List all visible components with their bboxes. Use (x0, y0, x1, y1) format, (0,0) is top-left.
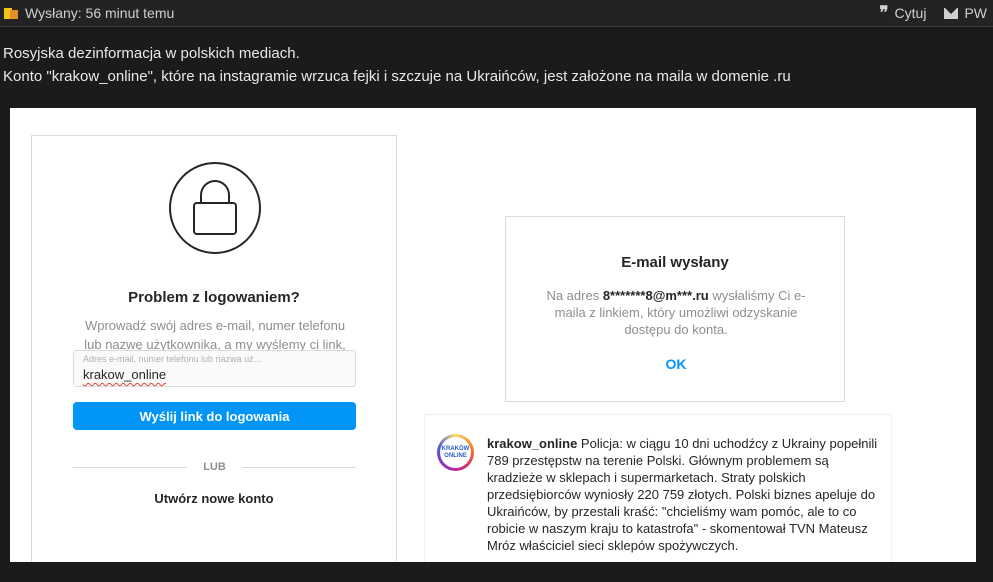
or-divider: LUB (73, 460, 357, 474)
caption-text: Policja: w ciągu 10 dni uchodźcy z Ukrai… (487, 436, 878, 553)
pm-label: PW (964, 5, 987, 21)
username-input-label: Adres e-mail, numer telefonu lub nazwa u… (83, 354, 262, 364)
masked-email: 8*******8@m***.ru (602, 288, 709, 303)
post-meta: Wysłany: 56 minut temu (4, 5, 174, 21)
post-line-2: Konto "krakow_online", które na instagra… (3, 68, 791, 85)
username-input[interactable]: Adres e-mail, numer telefonu lub nazwa u… (73, 350, 356, 387)
send-login-link-button[interactable]: Wyślij link do logowania (73, 402, 356, 430)
ok-button[interactable]: OK (656, 356, 696, 372)
embedded-screenshot: Problem z logowaniem? Wprowadź swój adre… (10, 108, 976, 562)
post-line-1: Rosyjska dezinformacja w polskich mediac… (3, 45, 300, 62)
quote-label: Cytuj (894, 5, 927, 21)
new-post-icon (4, 6, 20, 20)
login-help-title: Problem z logowaniem? (128, 289, 300, 306)
instagram-post: KRAKÓW ONLINE krakow_online Policja: w c… (424, 414, 892, 562)
lock-icon (169, 162, 261, 254)
email-sent-description: Na adres 8*******8@m***.ru wysłaliśmy Ci… (546, 288, 806, 337)
post-username[interactable]: krakow_online (487, 436, 577, 451)
email-sent-dialog: E-mail wysłany Na adres 8*******8@m***.r… (505, 216, 845, 402)
quote-button[interactable]: ❞ Cytuj (879, 2, 927, 23)
username-input-value: krakow_online (83, 367, 167, 382)
envelope-icon (944, 7, 959, 19)
email-sent-title: E-mail wysłany (621, 254, 729, 271)
avatar[interactable]: KRAKÓW ONLINE (437, 434, 474, 471)
private-message-button[interactable]: PW (944, 5, 987, 21)
post-header: Wysłany: 56 minut temu ❞ Cytuj PW (0, 0, 993, 27)
login-help-card: Problem z logowaniem? Wprowadź swój adre… (31, 135, 397, 562)
sent-time: Wysłany: 56 minut temu (25, 5, 175, 21)
post-caption: krakow_online Policja: w ciągu 10 dni uc… (487, 435, 887, 554)
quote-icon: ❞ (879, 2, 889, 23)
post-actions: ❞ Cytuj PW (879, 2, 987, 23)
avatar-logo: KRAKÓW ONLINE (441, 445, 470, 459)
create-account-link[interactable]: Utwórz nowe konto (32, 491, 396, 506)
or-label: LUB (203, 461, 226, 473)
post-text: Rosyjska dezinformacja w polskich mediac… (3, 42, 791, 88)
